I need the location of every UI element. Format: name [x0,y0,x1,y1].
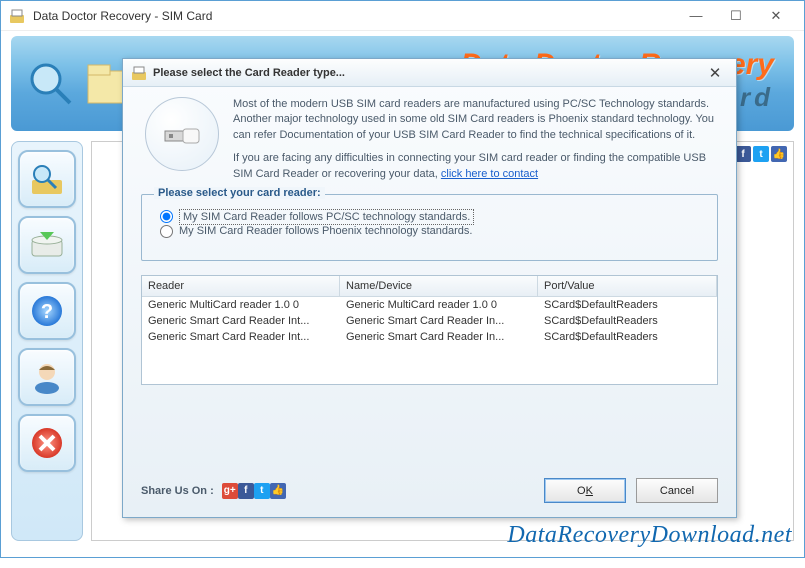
minimize-button[interactable]: — [676,2,716,30]
col-name[interactable]: Name/Device [340,276,538,296]
cancel-button[interactable]: Cancel [636,478,718,503]
reader-fieldset: Please select your card reader: My SIM C… [141,194,718,261]
reader-grid: Reader Name/Device Port/Value Generic Mu… [141,275,718,385]
table-row[interactable]: Generic Smart Card Reader Int... Generic… [142,329,717,345]
dialog-titlebar: Please select the Card Reader type... ✕ [123,59,736,87]
grid-header: Reader Name/Device Port/Value [142,276,717,297]
close-button[interactable]: ✕ [756,2,796,30]
info-row: Most of the modern USB SIM card readers … [141,97,718,182]
radio-pcsq-label: My SIM Card Reader follows PC/SC technol… [179,209,474,225]
usb-reader-icon [145,97,219,171]
col-reader[interactable]: Reader [142,276,340,296]
twitter-icon[interactable]: t [753,146,769,162]
brand-subtitle: rd [740,82,774,113]
dialog-close-icon[interactable]: ✕ [702,63,728,83]
radio-phoenix-label: My SIM Card Reader follows Phoenix techn… [179,225,472,237]
ok-button[interactable]: OK [544,478,626,503]
table-row[interactable]: Generic Smart Card Reader Int... Generic… [142,313,717,329]
maximize-button[interactable]: ☐ [716,2,756,30]
sidebar-help-button[interactable]: ? [18,282,76,340]
radio-pcsq-input[interactable] [160,210,173,223]
dialog-footer: Share Us On : g+ f t 👍 OK Cancel [141,478,718,503]
share-twitter-icon[interactable]: t [254,483,270,499]
contact-link[interactable]: click here to contact [441,168,538,180]
fieldset-legend: Please select your card reader: [154,187,325,199]
main-window-title: Data Doctor Recovery - SIM Card [33,9,676,23]
svg-text:?: ? [41,301,53,323]
main-titlebar: Data Doctor Recovery - SIM Card — ☐ ✕ [1,1,804,31]
col-port[interactable]: Port/Value [538,276,717,296]
card-reader-dialog: Please select the Card Reader type... ✕ … [122,58,737,518]
sidebar-drive-button[interactable] [18,216,76,274]
radio-phoenix[interactable]: My SIM Card Reader follows Phoenix techn… [160,225,699,238]
watermark: DataRecoveryDownload.net [507,522,792,549]
share-label: Share Us On : [141,485,214,497]
grid-body: Generic MultiCard reader 1.0 0 Generic M… [142,297,717,345]
info-paragraph-2: If you are facing any difficulties in co… [233,151,718,182]
facebook-icon[interactable]: f [735,146,751,162]
magnifier-icon [26,59,76,109]
share-like-icon[interactable]: 👍 [270,483,286,499]
info-paragraph-1: Most of the modern USB SIM card readers … [233,97,718,143]
sidebar: ? [11,141,83,541]
like-icon[interactable]: 👍 [771,146,787,162]
share-googleplus-icon[interactable]: g+ [222,483,238,499]
table-row[interactable]: Generic MultiCard reader 1.0 0 Generic M… [142,297,717,313]
dialog-icon [131,65,147,81]
app-icon [9,8,25,24]
sidebar-close-button[interactable] [18,414,76,472]
radio-phoenix-input[interactable] [160,225,173,238]
dialog-title: Please select the Card Reader type... [153,67,702,79]
sidebar-search-button[interactable] [18,150,76,208]
share-facebook-icon[interactable]: f [238,483,254,499]
sidebar-user-button[interactable] [18,348,76,406]
radio-pcsq[interactable]: My SIM Card Reader follows PC/SC technol… [160,209,699,225]
